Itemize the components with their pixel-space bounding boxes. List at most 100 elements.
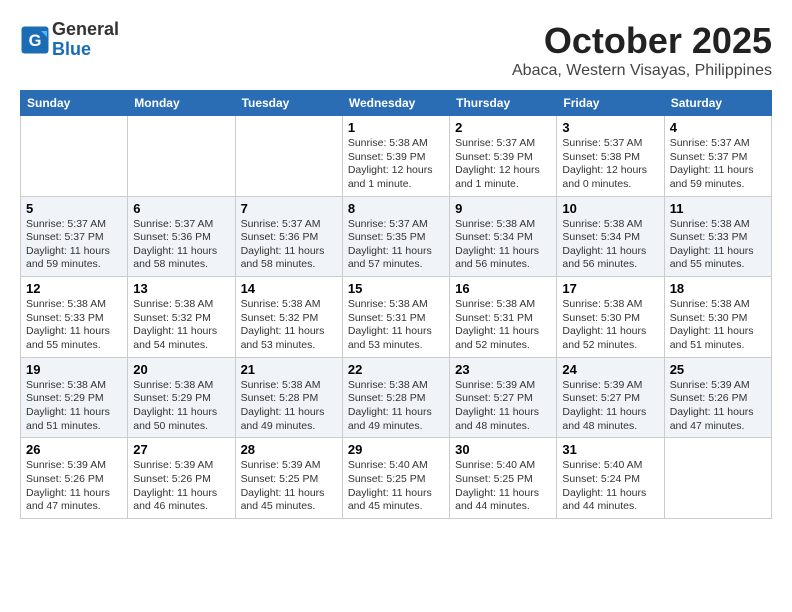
day-info: Sunrise: 5:39 AM Sunset: 5:27 PM Dayligh… bbox=[455, 379, 551, 434]
day-number: 11 bbox=[670, 201, 766, 216]
calendar-day-cell bbox=[128, 116, 235, 197]
day-info: Sunrise: 5:38 AM Sunset: 5:34 PM Dayligh… bbox=[562, 218, 658, 273]
calendar-day-cell: 8 Sunrise: 5:37 AM Sunset: 5:35 PM Daylig… bbox=[342, 196, 449, 277]
calendar-day-cell: 25 Sunrise: 5:39 AM Sunset: 5:26 PM Dayli… bbox=[664, 357, 771, 438]
weekday-header: Tuesday bbox=[235, 91, 342, 116]
logo: G General Blue bbox=[20, 20, 119, 60]
day-info: Sunrise: 5:38 AM Sunset: 5:32 PM Dayligh… bbox=[133, 298, 229, 353]
day-number: 8 bbox=[348, 201, 444, 216]
day-info: Sunrise: 5:39 AM Sunset: 5:26 PM Dayligh… bbox=[670, 379, 766, 434]
calendar-week-row: 5 Sunrise: 5:37 AM Sunset: 5:37 PM Daylig… bbox=[21, 196, 772, 277]
day-number: 4 bbox=[670, 120, 766, 135]
calendar-day-cell: 31 Sunrise: 5:40 AM Sunset: 5:24 PM Dayli… bbox=[557, 438, 664, 519]
location-subtitle: Abaca, Western Visayas, Philippines bbox=[512, 62, 772, 80]
day-number: 2 bbox=[455, 120, 551, 135]
day-number: 31 bbox=[562, 442, 658, 457]
day-number: 7 bbox=[241, 201, 337, 216]
calendar-day-cell: 1 Sunrise: 5:38 AM Sunset: 5:39 PM Daylig… bbox=[342, 116, 449, 197]
calendar-day-cell: 18 Sunrise: 5:38 AM Sunset: 5:30 PM Dayli… bbox=[664, 277, 771, 358]
day-number: 15 bbox=[348, 281, 444, 296]
calendar-day-cell: 23 Sunrise: 5:39 AM Sunset: 5:27 PM Dayli… bbox=[450, 357, 557, 438]
month-title: October 2025 bbox=[512, 20, 772, 62]
calendar-day-cell: 2 Sunrise: 5:37 AM Sunset: 5:39 PM Daylig… bbox=[450, 116, 557, 197]
day-number: 10 bbox=[562, 201, 658, 216]
calendar-day-cell: 5 Sunrise: 5:37 AM Sunset: 5:37 PM Daylig… bbox=[21, 196, 128, 277]
day-number: 13 bbox=[133, 281, 229, 296]
day-info: Sunrise: 5:38 AM Sunset: 5:30 PM Dayligh… bbox=[562, 298, 658, 353]
calendar-day-cell: 11Sunrise: 5:38 AM Sunset: 5:33 PM Dayli… bbox=[664, 196, 771, 277]
weekday-header: Sunday bbox=[21, 91, 128, 116]
day-info: Sunrise: 5:38 AM Sunset: 5:30 PM Dayligh… bbox=[670, 298, 766, 353]
calendar-table: SundayMondayTuesdayWednesdayThursdayFrid… bbox=[20, 90, 772, 519]
day-number: 16 bbox=[455, 281, 551, 296]
day-info: Sunrise: 5:38 AM Sunset: 5:29 PM Dayligh… bbox=[26, 379, 122, 434]
calendar-day-cell: 29 Sunrise: 5:40 AM Sunset: 5:25 PM Dayli… bbox=[342, 438, 449, 519]
calendar-day-cell: 17Sunrise: 5:38 AM Sunset: 5:30 PM Dayli… bbox=[557, 277, 664, 358]
day-number: 28 bbox=[241, 442, 337, 457]
calendar-day-cell: 12 Sunrise: 5:38 AM Sunset: 5:33 PM Dayli… bbox=[21, 277, 128, 358]
day-number: 23 bbox=[455, 362, 551, 377]
day-number: 29 bbox=[348, 442, 444, 457]
day-info: Sunrise: 5:38 AM Sunset: 5:29 PM Dayligh… bbox=[133, 379, 229, 434]
calendar-day-cell: 20 Sunrise: 5:38 AM Sunset: 5:29 PM Dayli… bbox=[128, 357, 235, 438]
calendar-day-cell: 7 Sunrise: 5:37 AM Sunset: 5:36 PM Daylig… bbox=[235, 196, 342, 277]
day-number: 21 bbox=[241, 362, 337, 377]
day-info: Sunrise: 5:38 AM Sunset: 5:28 PM Dayligh… bbox=[241, 379, 337, 434]
day-number: 18 bbox=[670, 281, 766, 296]
day-number: 12 bbox=[26, 281, 122, 296]
calendar-header-row: SundayMondayTuesdayWednesdayThursdayFrid… bbox=[21, 91, 772, 116]
day-info: Sunrise: 5:37 AM Sunset: 5:36 PM Dayligh… bbox=[241, 218, 337, 273]
weekday-header: Friday bbox=[557, 91, 664, 116]
title-block: October 2025 Abaca, Western Visayas, Phi… bbox=[512, 20, 772, 80]
day-info: Sunrise: 5:39 AM Sunset: 5:27 PM Dayligh… bbox=[562, 379, 658, 434]
day-info: Sunrise: 5:38 AM Sunset: 5:28 PM Dayligh… bbox=[348, 379, 444, 434]
calendar-day-cell: 15 Sunrise: 5:38 AM Sunset: 5:31 PM Dayli… bbox=[342, 277, 449, 358]
calendar-week-row: 12 Sunrise: 5:38 AM Sunset: 5:33 PM Dayli… bbox=[21, 277, 772, 358]
logo-blue-text: Blue bbox=[52, 39, 91, 59]
day-number: 26 bbox=[26, 442, 122, 457]
day-info: Sunrise: 5:38 AM Sunset: 5:34 PM Dayligh… bbox=[455, 218, 551, 273]
calendar-day-cell: 24 Sunrise: 5:39 AM Sunset: 5:27 PM Dayli… bbox=[557, 357, 664, 438]
day-info: Sunrise: 5:37 AM Sunset: 5:35 PM Dayligh… bbox=[348, 218, 444, 273]
logo-general-text: General bbox=[52, 19, 119, 39]
day-number: 3 bbox=[562, 120, 658, 135]
day-info: Sunrise: 5:38 AM Sunset: 5:31 PM Dayligh… bbox=[455, 298, 551, 353]
day-info: Sunrise: 5:38 AM Sunset: 5:39 PM Dayligh… bbox=[348, 137, 444, 192]
calendar-week-row: 1 Sunrise: 5:38 AM Sunset: 5:39 PM Daylig… bbox=[21, 116, 772, 197]
calendar-day-cell: 16 Sunrise: 5:38 AM Sunset: 5:31 PM Dayli… bbox=[450, 277, 557, 358]
day-info: Sunrise: 5:37 AM Sunset: 5:37 PM Dayligh… bbox=[670, 137, 766, 192]
calendar-day-cell bbox=[235, 116, 342, 197]
calendar-day-cell: 27Sunrise: 5:39 AM Sunset: 5:26 PM Dayli… bbox=[128, 438, 235, 519]
day-info: Sunrise: 5:40 AM Sunset: 5:24 PM Dayligh… bbox=[562, 459, 658, 514]
logo-icon: G bbox=[20, 25, 50, 55]
day-info: Sunrise: 5:38 AM Sunset: 5:31 PM Dayligh… bbox=[348, 298, 444, 353]
day-number: 6 bbox=[133, 201, 229, 216]
day-number: 25 bbox=[670, 362, 766, 377]
calendar-day-cell: 14Sunrise: 5:38 AM Sunset: 5:32 PM Dayli… bbox=[235, 277, 342, 358]
day-number: 9 bbox=[455, 201, 551, 216]
calendar-day-cell: 3 Sunrise: 5:37 AM Sunset: 5:38 PM Daylig… bbox=[557, 116, 664, 197]
day-info: Sunrise: 5:39 AM Sunset: 5:25 PM Dayligh… bbox=[241, 459, 337, 514]
day-info: Sunrise: 5:37 AM Sunset: 5:36 PM Dayligh… bbox=[133, 218, 229, 273]
day-number: 24 bbox=[562, 362, 658, 377]
weekday-header: Wednesday bbox=[342, 91, 449, 116]
day-info: Sunrise: 5:38 AM Sunset: 5:33 PM Dayligh… bbox=[26, 298, 122, 353]
calendar-day-cell: 21 Sunrise: 5:38 AM Sunset: 5:28 PM Dayli… bbox=[235, 357, 342, 438]
calendar-day-cell: 10 Sunrise: 5:38 AM Sunset: 5:34 PM Dayli… bbox=[557, 196, 664, 277]
day-info: Sunrise: 5:37 AM Sunset: 5:39 PM Dayligh… bbox=[455, 137, 551, 192]
calendar-day-cell: 13 Sunrise: 5:38 AM Sunset: 5:32 PM Dayli… bbox=[128, 277, 235, 358]
day-number: 30 bbox=[455, 442, 551, 457]
day-info: Sunrise: 5:37 AM Sunset: 5:38 PM Dayligh… bbox=[562, 137, 658, 192]
day-info: Sunrise: 5:40 AM Sunset: 5:25 PM Dayligh… bbox=[348, 459, 444, 514]
day-info: Sunrise: 5:37 AM Sunset: 5:37 PM Dayligh… bbox=[26, 218, 122, 273]
day-number: 20 bbox=[133, 362, 229, 377]
day-info: Sunrise: 5:40 AM Sunset: 5:25 PM Dayligh… bbox=[455, 459, 551, 514]
day-number: 5 bbox=[26, 201, 122, 216]
weekday-header: Saturday bbox=[664, 91, 771, 116]
page-header: G General Blue October 2025 Abaca, Weste… bbox=[20, 20, 772, 80]
calendar-day-cell: 30 Sunrise: 5:40 AM Sunset: 5:25 PM Dayli… bbox=[450, 438, 557, 519]
day-number: 22 bbox=[348, 362, 444, 377]
day-info: Sunrise: 5:39 AM Sunset: 5:26 PM Dayligh… bbox=[133, 459, 229, 514]
day-number: 1 bbox=[348, 120, 444, 135]
calendar-week-row: 19Sunrise: 5:38 AM Sunset: 5:29 PM Dayli… bbox=[21, 357, 772, 438]
